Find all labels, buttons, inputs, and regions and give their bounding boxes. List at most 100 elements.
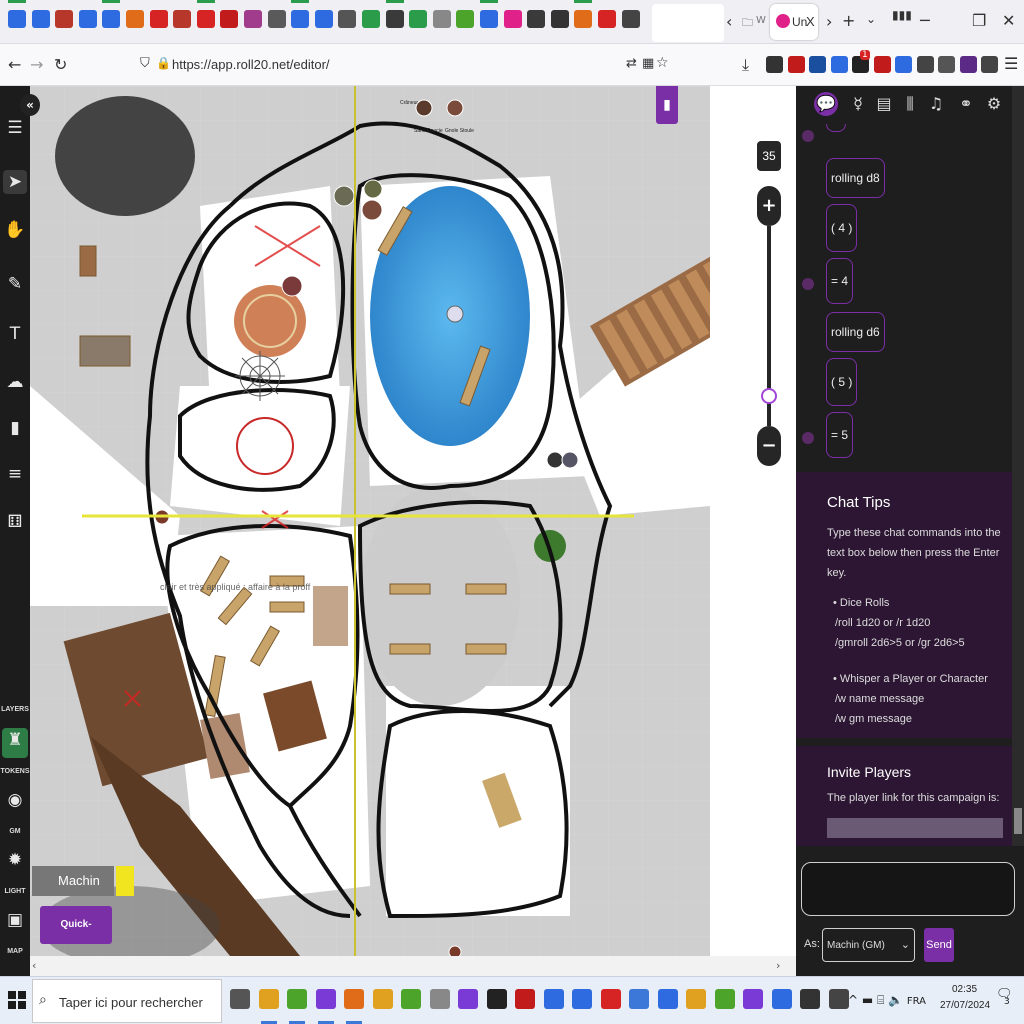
active-tab[interactable]: Un X (770, 4, 818, 40)
browser-extension-icon[interactable] (766, 56, 783, 73)
jukebox-tab-icon[interactable]: ♫ (924, 92, 948, 116)
taskbar-app-icon[interactable] (800, 989, 820, 1009)
zoom-out-button[interactable]: − (757, 426, 781, 466)
pinned-tab-favicon-icon[interactable] (31, 10, 50, 28)
taskbar-app-icon[interactable] (458, 989, 478, 1009)
zoom-slider-handle[interactable] (761, 388, 777, 404)
tab-scroll-left-icon[interactable]: ‹ (726, 12, 732, 31)
pinned-tab-favicon-icon[interactable] (314, 10, 333, 28)
pinned-tab-favicon-icon[interactable] (527, 10, 546, 28)
scroll-right-icon[interactable]: › (776, 959, 780, 972)
journal-tab-icon[interactable]: ▤ (872, 92, 896, 116)
translate-icon[interactable]: ⇄ (626, 56, 637, 71)
window-close-icon[interactable]: ✕ (1002, 11, 1015, 30)
taskbar-app-icon[interactable] (714, 989, 735, 1009)
pinned-tab-favicon-icon[interactable] (621, 10, 640, 28)
collections-tab-icon[interactable]: ⚭ (954, 92, 978, 116)
clock-time[interactable]: 02:35 (952, 984, 977, 995)
page-toolbar-icon[interactable]: ▮ (656, 86, 678, 124)
taskbar-app-icon[interactable] (629, 989, 649, 1009)
gm-layer-icon[interactable]: ◉ (3, 788, 27, 812)
extension-bars-icon[interactable]: ▮▮▮ (892, 8, 912, 22)
pinned-tab-favicon-icon[interactable] (102, 10, 121, 28)
browser-extension-icon[interactable] (895, 56, 912, 73)
inactive-tab[interactable]: 🗀 (742, 14, 753, 33)
language-indicator[interactable]: FRA (907, 996, 926, 1007)
taskbar-app-icon[interactable] (287, 989, 307, 1009)
tokens-layer-icon[interactable]: ♜ (2, 728, 28, 758)
network-icon[interactable]: ⌸ (877, 993, 884, 1007)
pinned-tab-favicon-icon[interactable] (503, 10, 522, 28)
taskbar-app-icon[interactable] (515, 989, 535, 1009)
taskbar-app-icon[interactable] (743, 989, 763, 1009)
pinned-tab-favicon-icon[interactable] (574, 10, 593, 28)
minimize-icon[interactable]: ─ (920, 11, 930, 30)
taskbar-app-icon[interactable] (486, 989, 507, 1009)
restore-icon[interactable]: ❐ (972, 11, 986, 30)
volume-icon[interactable]: 🔈 (888, 993, 903, 1007)
text-tool-icon[interactable]: T (3, 322, 27, 346)
clock-date[interactable]: 27/07/2024 (940, 1000, 990, 1011)
taskbar-search[interactable]: ⌕ Taper ici pour rechercher (32, 979, 222, 1023)
url-bar[interactable]: ⛉ 🔒 https://app.roll20.net/editor/ ⇄ ▦ ☆ (136, 50, 676, 80)
pinned-tab-favicon-icon[interactable] (456, 10, 475, 28)
pinned-tab-favicon-icon[interactable] (267, 10, 286, 28)
player-color-swatch[interactable] (116, 866, 134, 896)
map-canvas[interactable]: Crâneur Sans Gaucie Gnole Stoule clair e… (30, 86, 710, 956)
pinned-tab-favicon-icon[interactable] (432, 10, 451, 28)
collapse-menu-icon[interactable]: « (20, 94, 40, 116)
taskbar-app-icon[interactable] (771, 989, 792, 1009)
scroll-left-icon[interactable]: ‹ (32, 959, 36, 972)
browser-extension-icon[interactable] (873, 56, 891, 73)
pinned-tab-favicon-icon[interactable] (220, 10, 239, 28)
pinned-tab-favicon-icon[interactable] (409, 10, 428, 28)
lighting-layer-icon[interactable]: ✹ (3, 848, 27, 872)
pinned-tab-favicon-icon[interactable] (244, 10, 262, 28)
pinned-tab-favicon-icon[interactable] (126, 10, 144, 28)
pinned-tab-favicon-icon[interactable] (8, 10, 26, 28)
notifications-icon[interactable]: 🗨 3 (996, 987, 1014, 1009)
browser-extension-icon[interactable] (787, 56, 805, 73)
send-button[interactable]: Send (924, 928, 954, 962)
map-horizontal-scrollbar[interactable]: ‹ › (30, 956, 796, 976)
pinned-tab-favicon-icon[interactable] (550, 10, 569, 28)
pinned-tab-favicon-icon[interactable] (362, 10, 380, 28)
browser-extension-icon[interactable] (959, 56, 977, 73)
taskbar-app-icon[interactable] (686, 989, 706, 1009)
taskbar-app-icon[interactable] (401, 989, 421, 1009)
tab-list-chevron-down-icon[interactable]: ⌄ (866, 12, 876, 26)
library-tab-icon[interactable]: ⫼ (898, 92, 922, 116)
reload-icon[interactable]: ↻ (54, 55, 67, 74)
zoom-level[interactable]: 35 (757, 141, 781, 171)
pinned-tab-favicon-icon[interactable] (149, 10, 168, 28)
taskbar-app-icon[interactable] (429, 989, 450, 1009)
dice-icon[interactable]: ⚅ (3, 510, 27, 534)
taskbar-app-icon[interactable] (657, 989, 678, 1009)
pinned-tab-favicon-icon[interactable] (598, 10, 616, 28)
chat-input[interactable] (801, 862, 1015, 916)
turn-tracker-icon[interactable]: ≡ (3, 462, 27, 486)
map-layer-icon[interactable]: ▣ (3, 908, 27, 932)
taskbar-app-icon[interactable] (230, 989, 250, 1009)
fog-cloud-icon[interactable]: ☁ (3, 370, 27, 394)
back-arrow-icon[interactable]: ← (8, 55, 21, 74)
taskbar-app-icon[interactable] (572, 989, 592, 1009)
bookmark-star-icon[interactable]: ☆ (656, 55, 669, 71)
browser-extension-icon[interactable] (830, 56, 848, 73)
select-pointer-icon[interactable]: ➤ (3, 170, 27, 194)
browser-extension-icon[interactable] (938, 56, 955, 73)
sidebar-scrollbar[interactable] (1012, 86, 1024, 846)
sidebar-scroll-thumb[interactable] (1014, 808, 1022, 834)
compendium-tab-icon[interactable]: ☿ (846, 92, 870, 116)
new-tab-icon[interactable]: + (842, 11, 855, 30)
browser-extension-icon[interactable] (981, 56, 998, 73)
pinned-tab-favicon-icon[interactable] (338, 10, 357, 28)
settings-gear-icon[interactable]: ⚙ (982, 92, 1006, 116)
browser-extension-icon[interactable] (809, 56, 826, 73)
taskbar-app-icon[interactable] (543, 989, 564, 1009)
pinned-tab-favicon-icon[interactable] (291, 10, 310, 28)
download-icon[interactable]: ⤓ (742, 55, 749, 75)
quick-reference-button[interactable]: Quick-Reference (40, 906, 112, 968)
lock-icon[interactable]: 🔒 (156, 56, 171, 70)
pinned-tab-favicon-icon[interactable] (78, 10, 97, 28)
